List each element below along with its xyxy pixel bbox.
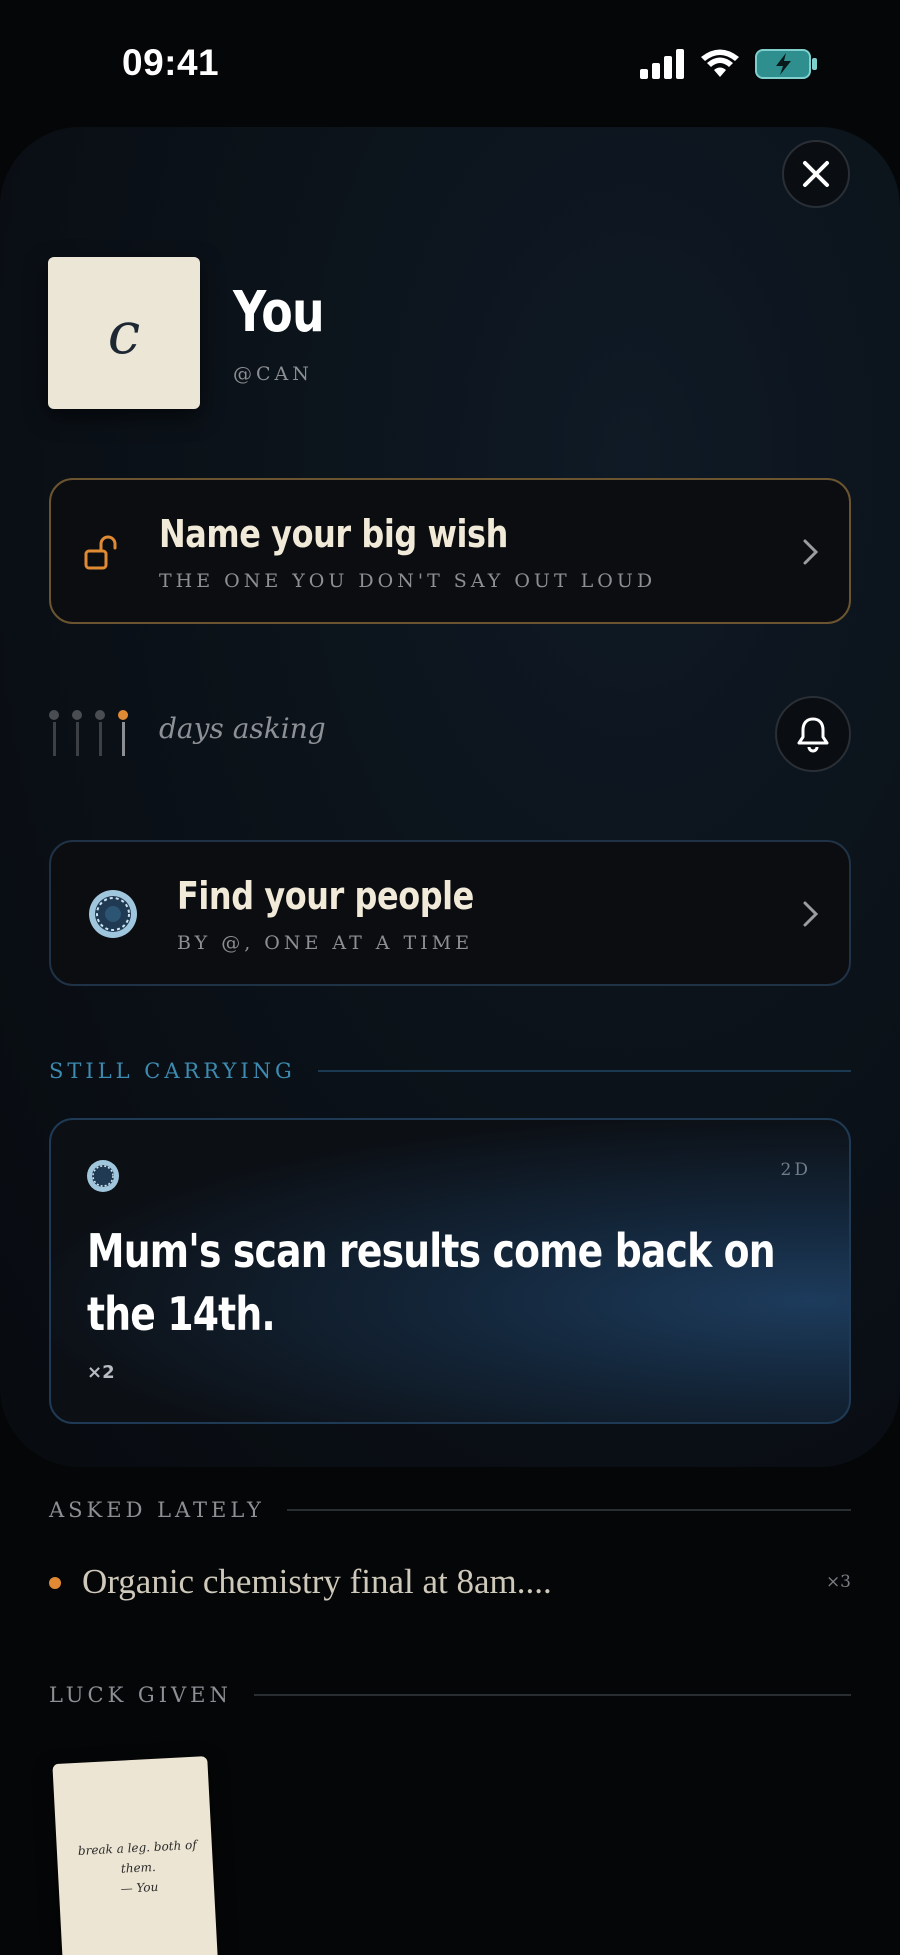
still-carrying-header: STILL CARRYING — [49, 1056, 851, 1086]
wish-title: Name your big wish — [159, 512, 508, 556]
avatar[interactable]: c — [48, 257, 200, 409]
orb-icon — [87, 1160, 119, 1192]
status-icons — [640, 48, 818, 80]
profile-handle: @CAN — [233, 363, 313, 385]
section-divider — [286, 1509, 851, 1511]
section-divider — [317, 1070, 851, 1072]
unlock-icon — [84, 535, 117, 570]
still-carrying-label: STILL CARRYING — [49, 1059, 296, 1083]
days-label: days asking — [159, 712, 326, 745]
asked-text: Organic chemistry final at 8am.... — [82, 1562, 552, 1601]
asked-count: ×3 — [825, 1572, 851, 1592]
asked-lately-header: ASKED LATELY — [49, 1495, 851, 1525]
people-title: Find your people — [177, 874, 474, 918]
day-tick — [95, 710, 105, 756]
luck-given-header: LUCK GIVEN — [49, 1680, 851, 1710]
wifi-icon — [701, 49, 739, 77]
days-ticks — [49, 710, 128, 756]
day-tick — [49, 710, 59, 756]
notifications-button[interactable] — [775, 696, 851, 772]
day-tick — [72, 710, 82, 756]
carrying-text: Mum's scan results come back on the 14th… — [87, 1224, 776, 1341]
find-people-card[interactable]: Find your people BY @, ONE AT A TIME — [49, 840, 851, 986]
people-subtitle: BY @, ONE AT A TIME — [177, 932, 474, 954]
wish-subtitle: THE ONE YOU DON'T SAY OUT LOUD — [159, 570, 657, 592]
carrying-age: 2D — [780, 1160, 811, 1180]
close-button[interactable] — [782, 140, 850, 208]
asked-lately-label: ASKED LATELY — [49, 1498, 265, 1522]
avatar-letter: c — [107, 299, 141, 367]
carrying-card[interactable]: 2D Mum's scan results come back on the 1… — [49, 1118, 851, 1424]
status-dot — [49, 1577, 61, 1589]
status-bar: 09:41 — [0, 0, 900, 120]
section-divider — [253, 1694, 851, 1696]
battery-charging-icon — [755, 49, 817, 79]
luck-note-card[interactable]: break a leg. both of them. — You — [52, 1756, 219, 1955]
days-asking-row: days asking — [49, 696, 851, 776]
profile-name: You — [233, 280, 325, 345]
bell-icon — [797, 717, 829, 753]
close-icon — [803, 161, 829, 187]
luck-given-label: LUCK GIVEN — [49, 1683, 232, 1707]
chevron-right-icon — [803, 901, 819, 927]
people-orb-icon — [89, 890, 137, 938]
chevron-right-icon — [803, 539, 819, 565]
day-tick-active — [118, 710, 128, 756]
status-time: 09:41 — [122, 42, 220, 83]
luck-note-text: break a leg. both of them. — You — [74, 1835, 202, 1901]
luck-note-message: break a leg. both of them. — [77, 1837, 198, 1876]
carrying-count: ×2 — [87, 1362, 115, 1383]
signal-icon — [640, 49, 684, 79]
name-big-wish-card[interactable]: Name your big wish THE ONE YOU DON'T SAY… — [49, 478, 851, 624]
asked-list-item[interactable]: Organic chemistry final at 8am.... ×3 — [49, 1560, 851, 1610]
